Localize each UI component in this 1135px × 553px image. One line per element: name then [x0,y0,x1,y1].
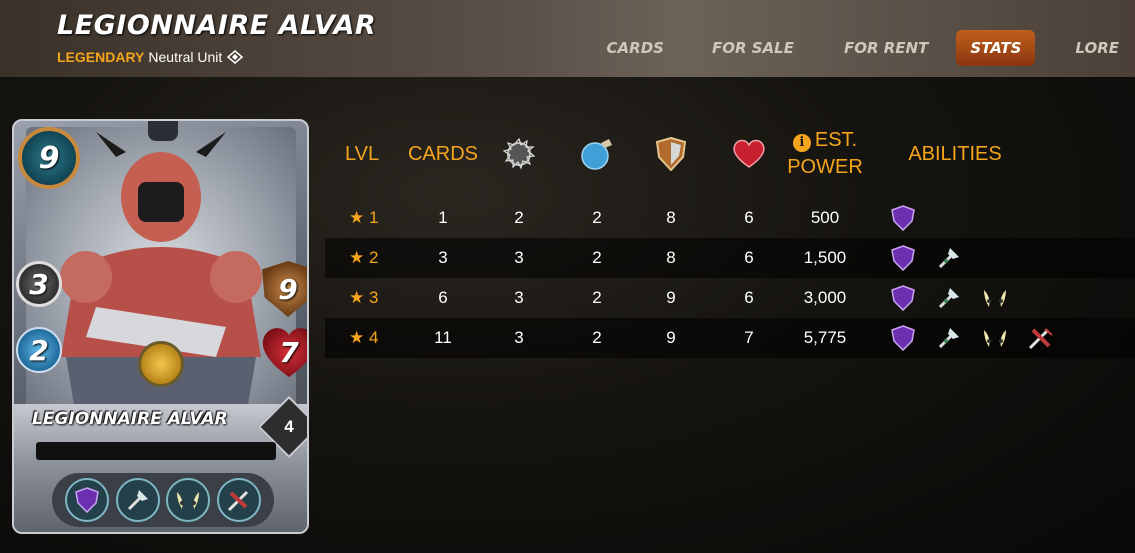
scattershot-icon[interactable] [981,324,1009,352]
melee-cell: 3 [514,288,524,307]
card-description-bar [36,442,276,460]
tab-for-rent[interactable]: FOR RENT [826,30,946,66]
cleave-icon[interactable] [935,244,963,272]
speed-cell: 2 [592,248,602,267]
level-cell: ★ 1 [349,208,379,227]
tab-stats[interactable]: STATS [956,30,1036,66]
cleave-icon[interactable] [935,284,963,312]
health-cell: 6 [744,208,754,227]
cards-cell: 3 [438,248,448,267]
armor-cell: 9 [666,328,676,347]
stats-table: LVL CARDS i EST. POWER ABILITIES ★ 1 1 2 … [325,122,1135,358]
header-abilities: ABILITIES [908,142,1002,165]
bloodlust-icon[interactable] [1027,324,1055,352]
level-cell: ★ 3 [349,288,379,307]
abilities-cell [889,318,1089,358]
melee-attack-badge: 3 [16,261,62,307]
neutral-element-icon [227,50,244,64]
page-title: LEGIONNAIRE ALVAR [57,10,377,41]
speed-icon [573,122,621,186]
card-subtitle: LEGENDARY Neutral Unit [57,49,244,65]
cards-cell: 11 [434,328,452,347]
melee-cell: 3 [514,328,524,347]
health-icon [725,122,773,186]
card-name: LEGIONNAIRE ALVAR [32,409,228,429]
melee-cell: 3 [514,248,524,267]
header-lvl: LVL [345,142,380,165]
level-cell: ★ 2 [349,248,379,267]
card-abilities-tray [52,473,274,527]
card-top-ornament [148,121,178,141]
cards-cell: 1 [438,208,448,227]
void-armor-icon[interactable] [889,284,917,312]
speed-badge: 2 [16,327,62,373]
rarity-label: LEGENDARY [57,49,145,65]
header-cards: CARDS [407,142,478,165]
abilities-cell [889,278,1089,318]
armor-icon [647,122,695,186]
tab-for-sale[interactable]: FOR SALE [694,30,812,66]
card-image: 9 3 2 9 7 LEGIONNAIRE ALVAR 4 [12,119,309,534]
melee-cell: 2 [514,208,524,227]
level-cell: ★ 4 [349,328,379,347]
power-cell: 5,775 [803,328,847,347]
table-row: ★ 2 3 3 2 8 6 1,500 [325,238,1135,278]
health-cell: 7 [744,328,754,347]
health-cell: 6 [744,288,754,307]
table-row: ★ 4 11 3 2 9 7 5,775 [325,318,1135,358]
tab-lore[interactable]: LORE [1061,30,1135,66]
void-armor-icon[interactable] [65,478,110,522]
header-est-power: i EST. POWER [787,129,863,178]
void-armor-icon[interactable] [889,244,917,272]
void-armor-icon[interactable] [889,324,917,352]
neutral-element-emblem [138,341,184,387]
speed-cell: 2 [592,328,602,347]
power-cell: 500 [810,208,840,227]
power-cell: 3,000 [803,288,847,307]
armor-cell: 9 [666,288,676,307]
power-cell: 1,500 [803,248,847,267]
abilities-cell [889,238,1089,278]
unit-type-label: Neutral Unit [148,49,223,65]
tab-cards[interactable]: CARDS [589,30,682,66]
table-row: ★ 1 1 2 2 8 6 500 [325,198,1135,238]
speed-cell: 2 [592,288,602,307]
cleave-icon[interactable] [935,324,963,352]
void-armor-icon[interactable] [889,204,917,232]
speed-cell: 2 [592,208,602,227]
armor-cell: 8 [666,208,676,227]
cards-cell: 6 [438,288,448,307]
mana-cost-badge: 9 [18,127,80,189]
scattershot-icon[interactable] [166,478,211,522]
header-bar: LEGIONNAIRE ALVAR LEGENDARY Neutral Unit… [0,0,1135,77]
cleave-icon[interactable] [115,478,160,522]
table-row: ★ 3 6 3 2 9 6 3,000 [325,278,1135,318]
bloodlust-icon[interactable] [216,478,261,522]
melee-attack-icon [495,122,543,186]
abilities-cell [889,198,1089,238]
scattershot-icon[interactable] [981,284,1009,312]
table-header: LVL CARDS i EST. POWER ABILITIES [325,122,1135,198]
health-cell: 6 [744,248,754,267]
info-icon[interactable]: i [792,133,811,152]
tab-bar: CARDS FOR SALE FOR RENT STATS LORE [589,30,1135,66]
armor-cell: 8 [666,248,676,267]
